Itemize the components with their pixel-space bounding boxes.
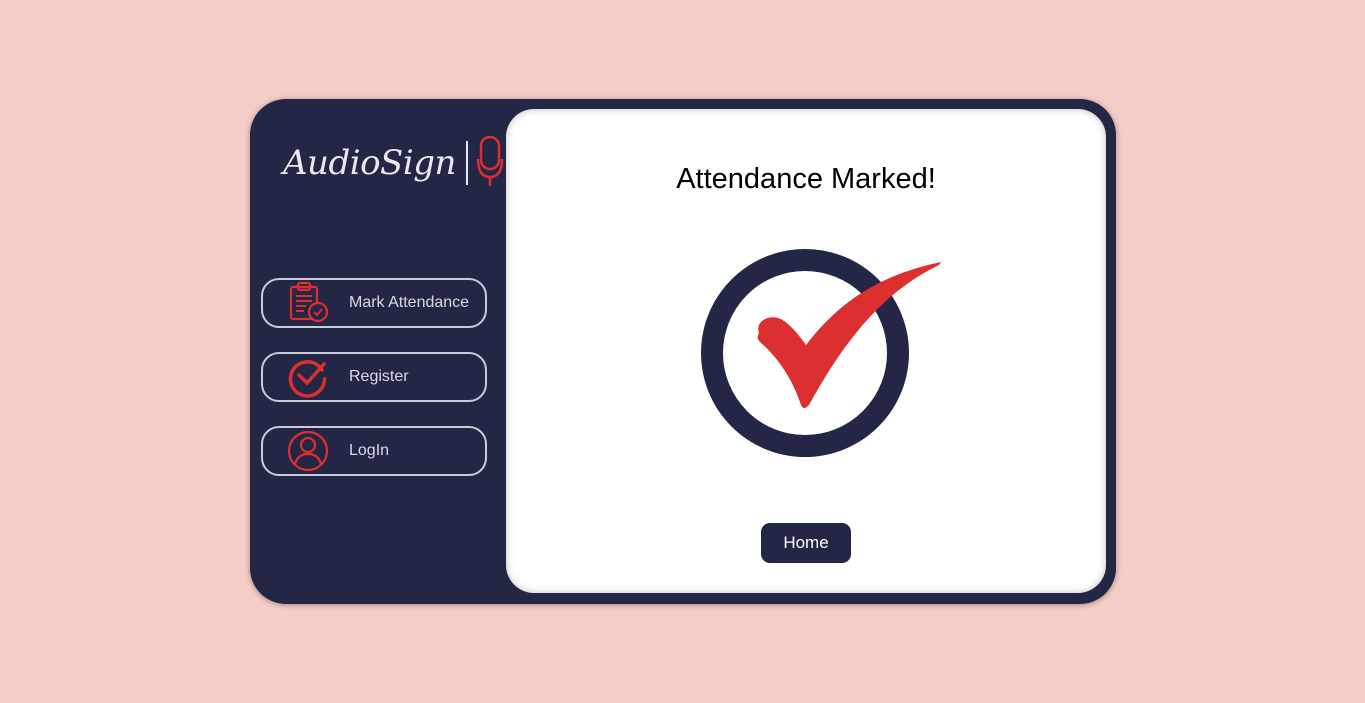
microphone-icon	[476, 135, 504, 192]
sidebar-item-mark-attendance[interactable]: Mark Attendance	[261, 278, 487, 328]
sidebar-item-label: LogIn	[349, 442, 390, 459]
sidebar-item-register[interactable]: Register	[261, 352, 487, 402]
clipboard-check-icon	[286, 281, 330, 325]
page-title: Attendance Marked!	[676, 163, 936, 195]
home-button[interactable]: Home	[761, 523, 851, 563]
user-circle-icon	[286, 429, 330, 473]
logo-divider	[465, 141, 468, 185]
main-panel: Attendance Marked! Home	[506, 109, 1106, 593]
circle-check-icon	[286, 355, 330, 399]
sidebar-item-label: Register	[349, 368, 409, 385]
success-checkmark-icon	[699, 247, 949, 472]
brand-name: AudioSign	[283, 143, 456, 183]
sidebar-item-label: Mark Attendance	[349, 294, 470, 311]
app-logo: AudioSign	[283, 135, 504, 191]
sidebar-item-login[interactable]: LogIn	[261, 426, 487, 476]
app-card: AudioSign Mark Attendance Register LogIn…	[250, 99, 1116, 604]
